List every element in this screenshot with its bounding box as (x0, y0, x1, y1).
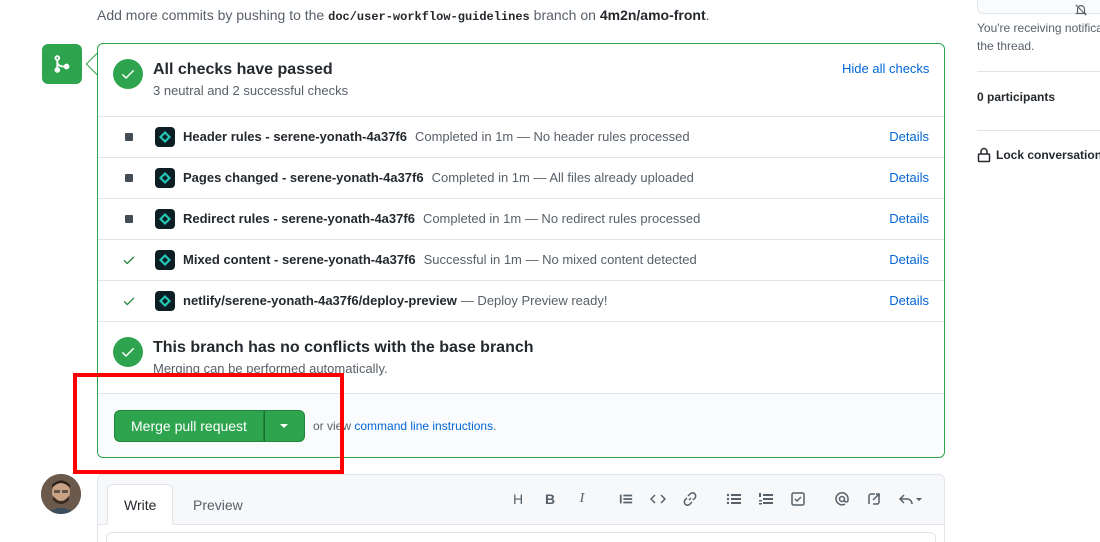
markdown-toolbar: H B I (502, 489, 932, 509)
participants-count: 0 participants (977, 90, 1056, 104)
netlify-icon (155, 291, 175, 311)
mention-icon[interactable] (834, 491, 850, 507)
code-icon[interactable] (650, 491, 666, 507)
notification-button[interactable] (977, 0, 1100, 16)
task-list-icon[interactable] (790, 491, 806, 507)
check-name: netlify/serene-yonath-4a37f6/deploy-prev… (183, 293, 457, 308)
netlify-icon (155, 168, 175, 188)
tab-write[interactable]: Write (107, 484, 174, 525)
bell-slash-icon (1075, 4, 1087, 16)
bulleted-list-icon[interactable] (726, 491, 742, 507)
check-description: Completed in 1m — All files already uplo… (431, 170, 694, 185)
check-row: Pages changed - serene-yonath-4a37f6 Comp… (98, 157, 944, 198)
check-details-link[interactable]: Details (889, 293, 929, 308)
sidebar-divider (977, 71, 1100, 72)
notification-text: You're receiving notifica (977, 21, 1100, 35)
check-details-link[interactable]: Details (889, 170, 929, 185)
git-merge-icon (42, 44, 82, 84)
merge-pull-request-button[interactable]: Merge pull request (114, 410, 264, 442)
sidebar-divider (977, 130, 1100, 131)
user-avatar[interactable] (41, 474, 81, 514)
check-details-link[interactable]: Details (889, 252, 929, 267)
push-instructions: Add more commits by pushing to the doc/u… (97, 7, 710, 24)
merge-action-area: Merge pull request or view command line … (98, 393, 944, 457)
quote-icon[interactable] (618, 491, 634, 507)
italic-icon[interactable]: I (574, 491, 590, 507)
command-line-instructions-link[interactable]: command line instructions (354, 419, 493, 433)
push-text-middle: branch on (533, 7, 596, 23)
neutral-status-icon (122, 171, 136, 185)
lock-icon (977, 147, 991, 163)
merge-button-group: Merge pull request (114, 410, 305, 442)
netlify-icon (155, 127, 175, 147)
netlify-icon (155, 209, 175, 229)
cross-reference-icon[interactable] (866, 491, 882, 507)
push-text-prefix: Add more commits by pushing to the (97, 7, 325, 23)
checks-subtitle: 3 neutral and 2 successful checks (153, 83, 349, 98)
neutral-status-icon (122, 212, 136, 226)
heading-icon[interactable]: H (510, 491, 526, 507)
tab-preview[interactable]: Preview (177, 484, 259, 525)
check-name: Mixed content - serene-yonath-4a37f6 (183, 252, 416, 267)
reply-icon[interactable] (898, 491, 924, 507)
caret-down-icon (280, 424, 289, 428)
lock-conversation-label: Lock conversation (996, 148, 1100, 162)
success-check-icon (122, 253, 136, 267)
check-name: Header rules - serene-yonath-4a37f6 (183, 129, 407, 144)
editor-header: Write Preview H B I (98, 475, 944, 525)
comment-textarea[interactable] (106, 532, 936, 542)
checks-title: All checks have passed (153, 61, 333, 78)
repo-name: 4m2n/amo-front (599, 7, 706, 23)
success-check-icon (122, 294, 136, 308)
conflict-subtitle: Merging can be performed automatically. (153, 361, 388, 376)
check-description: Completed in 1m — No header rules proces… (414, 129, 690, 144)
check-description: Successful in 1m — No mixed content dete… (423, 252, 697, 267)
bold-icon[interactable]: B (542, 491, 558, 507)
check-description: Completed in 1m — No redirect rules proc… (422, 211, 701, 226)
check-row: Mixed content - serene-yonath-4a37f6 Succ… (98, 239, 944, 280)
notification-text-2: the thread. (977, 39, 1035, 53)
conflict-section: This branch has no conflicts with the ba… (98, 321, 944, 393)
merge-method-dropdown[interactable] (263, 410, 305, 442)
merge-status-panel: All checks have passed 3 neutral and 2 s… (97, 43, 945, 458)
hide-all-checks-link[interactable]: Hide all checks (842, 61, 929, 76)
conflict-title: This branch has no conflicts with the ba… (153, 339, 534, 356)
check-row: Redirect rules - serene-yonath-4a37f6 Com… (98, 198, 944, 239)
check-name: Redirect rules - serene-yonath-4a37f6 (183, 211, 415, 226)
comment-editor: Write Preview H B I (97, 474, 945, 542)
link-icon[interactable] (682, 491, 698, 507)
numbered-list-icon[interactable] (758, 491, 774, 507)
no-conflicts-icon (113, 337, 143, 367)
branch-name: doc/user-workflow-guidelines (328, 10, 530, 24)
neutral-status-icon (122, 130, 136, 144)
check-details-link[interactable]: Details (889, 129, 929, 144)
check-row: Header rules - serene-yonath-4a37f6 Compl… (98, 116, 944, 157)
check-details-link[interactable]: Details (889, 211, 929, 226)
check-description: — Deploy Preview ready! (460, 293, 608, 308)
netlify-icon (155, 250, 175, 270)
checks-list: Header rules - serene-yonath-4a37f6 Compl… (98, 116, 944, 321)
check-row: netlify/serene-yonath-4a37f6/deploy-prev… (98, 280, 944, 321)
cli-instructions: or view command line instructions. (313, 419, 497, 433)
lock-conversation-link[interactable]: Lock conversation (977, 147, 1100, 163)
check-name: Pages changed - serene-yonath-4a37f6 (183, 170, 424, 185)
checks-passed-icon (113, 59, 143, 89)
